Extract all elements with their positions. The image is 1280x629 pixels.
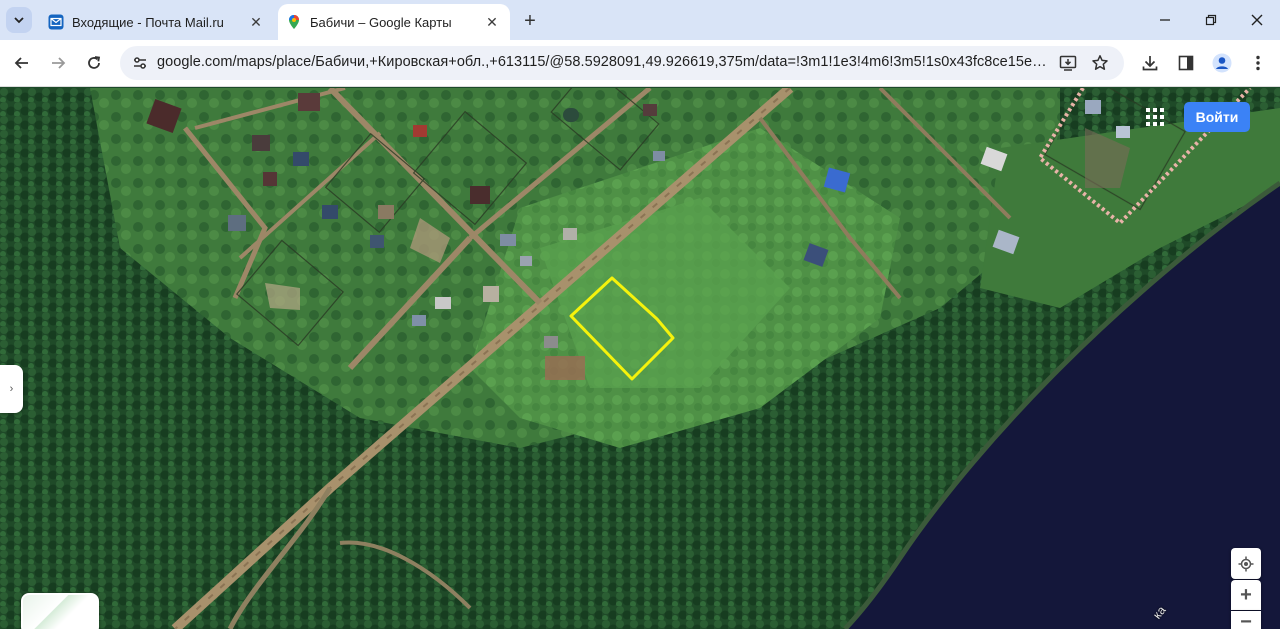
new-tab-button[interactable]: + xyxy=(518,9,542,33)
install-app-button[interactable] xyxy=(1055,50,1081,76)
forward-button[interactable] xyxy=(43,48,73,78)
satellite-imagery xyxy=(0,88,1280,629)
arrow-right-icon xyxy=(52,57,66,69)
minimize-icon xyxy=(1160,19,1170,21)
arrow-left-icon xyxy=(14,57,28,69)
downloads-button[interactable] xyxy=(1135,48,1165,78)
my-location-button[interactable] xyxy=(1231,548,1261,579)
download-icon xyxy=(1142,56,1158,71)
mail-envelope-icon xyxy=(48,14,64,30)
side-panel-button[interactable] xyxy=(1171,48,1201,78)
signin-button[interactable]: Войти xyxy=(1184,102,1250,132)
expand-side-panel-button[interactable]: › xyxy=(0,365,23,413)
bookmark-button[interactable] xyxy=(1087,50,1113,76)
close-icon[interactable]: ✕ xyxy=(482,12,502,32)
chevron-down-icon xyxy=(14,17,24,24)
star-icon xyxy=(1092,55,1108,70)
tab-title: Бабичи – Google Карты xyxy=(310,14,452,30)
browser-toolbar: google.com/maps/place/Бабичи,+Кировская+… xyxy=(0,40,1280,87)
profile-button[interactable] xyxy=(1207,48,1237,78)
layers-switcher-button[interactable] xyxy=(21,593,99,629)
kebab-menu-icon xyxy=(1256,55,1260,71)
my-location-icon xyxy=(1238,556,1254,571)
side-panel-icon xyxy=(1178,55,1194,71)
zoom-out-button[interactable]: − xyxy=(1231,611,1261,629)
reload-button[interactable] xyxy=(79,48,109,78)
tab-strip: Входящие - Почта Mail.ru ✕ Бабичи – Goog… xyxy=(0,0,1280,40)
close-icon[interactable]: ✕ xyxy=(246,12,266,32)
address-bar[interactable]: google.com/maps/place/Бабичи,+Кировская+… xyxy=(120,46,1124,80)
profile-icon xyxy=(1212,53,1232,73)
zoom-in-button[interactable]: + xyxy=(1231,580,1261,610)
restore-icon xyxy=(1205,14,1217,26)
install-app-icon xyxy=(1059,55,1077,71)
tab-search-button[interactable] xyxy=(6,7,32,33)
restore-button[interactable] xyxy=(1194,6,1228,34)
google-maps-pin-icon xyxy=(289,15,299,29)
close-icon xyxy=(1251,14,1263,26)
close-window-button[interactable] xyxy=(1240,6,1274,34)
browser-menu-button[interactable] xyxy=(1243,48,1273,78)
back-button[interactable] xyxy=(7,48,37,78)
map-canvas[interactable]: › Войти + − ка xyxy=(0,88,1280,629)
tab-mail[interactable]: Входящие - Почта Mail.ru ✕ xyxy=(40,4,274,40)
apps-grid-icon[interactable] xyxy=(1142,104,1168,130)
tune-icon xyxy=(134,57,146,69)
reload-icon xyxy=(88,56,101,69)
tab-title: Входящие - Почта Mail.ru xyxy=(72,14,224,30)
minimize-button[interactable] xyxy=(1148,6,1182,34)
tab-maps[interactable]: Бабичи – Google Карты ✕ xyxy=(278,4,510,40)
url-text[interactable]: google.com/maps/place/Бабичи,+Кировская+… xyxy=(157,54,1047,70)
site-info-button[interactable] xyxy=(126,49,154,77)
